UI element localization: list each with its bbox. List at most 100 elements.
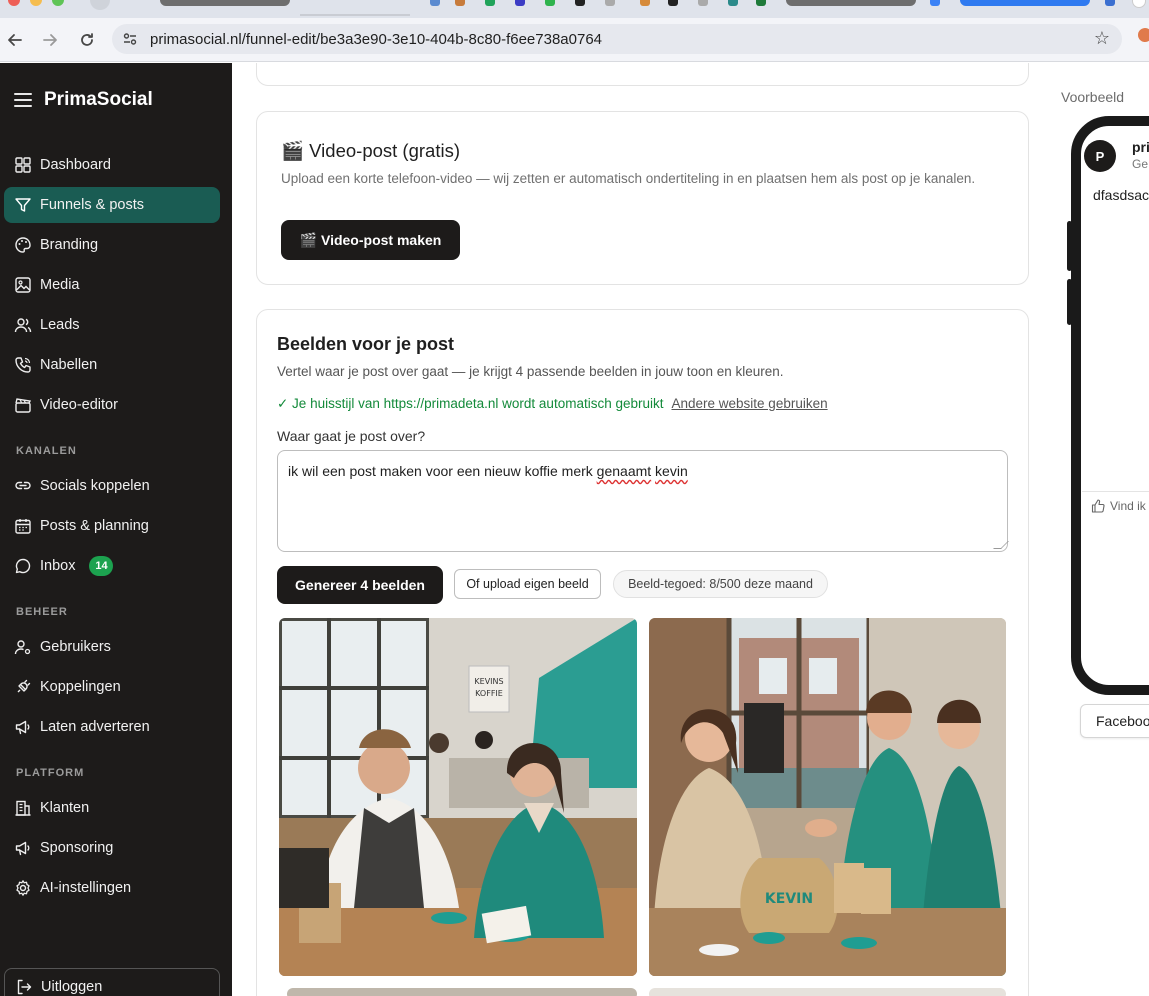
post-topic-misspelled-word: genaamt xyxy=(596,463,652,479)
create-video-post-button[interactable]: 🎬 Video-post maken xyxy=(281,220,460,260)
platform-tab-facebook[interactable]: Faceboo xyxy=(1080,704,1149,738)
bookmark-star-icon[interactable]: ☆ xyxy=(1094,28,1110,49)
generated-image-1[interactable]: KEVINS KOFFIE xyxy=(279,618,637,976)
url-text[interactable]: primasocial.nl/funnel-edit/be3a3e90-3e10… xyxy=(150,31,602,48)
clapper-icon xyxy=(15,398,32,413)
funnel-icon xyxy=(15,198,31,212)
generated-image-2[interactable]: KEVIN xyxy=(649,618,1006,976)
sidebar-item-label: Video-editor xyxy=(40,397,118,413)
like-label: Vind ik xyxy=(1110,499,1146,513)
megaphone-icon xyxy=(15,841,30,856)
account-avatar: P xyxy=(1084,140,1116,172)
sidebar-item-laten-adverteren[interactable]: Laten adverteren xyxy=(4,709,220,745)
browser-tab[interactable] xyxy=(300,14,410,16)
sidebar-item-koppelingen[interactable]: Koppelingen xyxy=(4,669,220,705)
sidebar-item-ai-instellingen[interactable]: AI-instellingen xyxy=(4,870,220,906)
sidebar-item-leads[interactable]: Leads xyxy=(4,307,220,343)
address-bar[interactable]: primasocial.nl/funnel-edit/be3a3e90-3e10… xyxy=(112,24,1122,54)
generate-images-button[interactable]: Genereer 4 beelden xyxy=(277,566,443,604)
inbox-count-badge: 14 xyxy=(89,556,114,576)
logout-button[interactable]: Uitloggen xyxy=(4,968,220,996)
brand-style-text: ✓ Je huisstijl van https://primadeta.nl … xyxy=(277,396,664,411)
section-heading-platform: PLATFORM xyxy=(16,767,85,779)
sidebar-item-gebruikers[interactable]: Gebruikers xyxy=(4,629,220,665)
tab-favicon[interactable] xyxy=(515,0,525,6)
megaphone-icon xyxy=(15,720,30,735)
sidebar-item-label: Funnels & posts xyxy=(40,197,144,213)
sidebar-item-branding[interactable]: Branding xyxy=(4,227,220,263)
reload-icon xyxy=(81,33,93,46)
sidebar-item-label: Sponsoring xyxy=(40,840,114,856)
preview-pane: Voorbeeld P pri Ge dfasdsac Vind ik Face… xyxy=(1052,63,1149,996)
tab-favicon[interactable] xyxy=(756,0,766,6)
image-icon xyxy=(15,277,31,293)
window-minimize-icon[interactable] xyxy=(30,0,42,6)
sidebar-item-dashboard[interactable]: Dashboard xyxy=(4,147,220,183)
site-settings-icon[interactable] xyxy=(122,31,138,47)
sidebar-item-video-editor[interactable]: Video-editor xyxy=(4,387,220,423)
window-close-icon[interactable] xyxy=(8,0,20,6)
tab-favicon[interactable] xyxy=(698,0,708,6)
reload-button[interactable] xyxy=(75,28,99,52)
hamburger-menu-icon[interactable] xyxy=(14,93,32,107)
sidebar-item-inbox[interactable]: Inbox 14 xyxy=(4,548,220,584)
previous-card xyxy=(256,63,1029,86)
svg-text:KOFFIE: KOFFIE xyxy=(475,689,503,698)
sidebar-item-klanten[interactable]: Klanten xyxy=(4,790,220,826)
post-topic-textarea[interactable]: ik wil een post maken voor een nieuw kof… xyxy=(277,450,1009,552)
extension-icon[interactable] xyxy=(1138,28,1149,42)
post-topic-text-part: ik wil een post maken voor een nieuw kof… xyxy=(288,463,597,479)
logout-label: Uitloggen xyxy=(41,979,103,995)
sidebar-item-funnels-posts[interactable]: Funnels & posts xyxy=(4,187,220,223)
post-images-title: Beelden voor je post xyxy=(277,334,455,354)
resize-handle[interactable] xyxy=(993,541,1009,549)
sidebar-item-media[interactable]: Media xyxy=(4,267,220,303)
tab-favicon[interactable] xyxy=(728,0,738,6)
browser-tab[interactable] xyxy=(160,0,290,6)
account-subtitle: Ge xyxy=(1132,157,1149,171)
sidebar-item-sponsoring[interactable]: Sponsoring xyxy=(4,830,220,866)
tab-favicon[interactable] xyxy=(575,0,585,6)
tab-favicon[interactable] xyxy=(430,0,440,6)
preview-label: Voorbeeld xyxy=(1061,89,1125,105)
generated-image-4[interactable] xyxy=(649,988,1006,996)
sidebar-item-socials-koppelen[interactable]: Socials koppelen xyxy=(4,468,220,504)
sidebar-item-label: Media xyxy=(40,277,80,293)
sidebar-item-label: Leads xyxy=(40,317,80,333)
tab-favicon[interactable] xyxy=(640,0,650,6)
gear-icon xyxy=(16,880,30,896)
preview-divider xyxy=(1082,491,1149,492)
tab-favicon[interactable] xyxy=(90,0,110,10)
browser-tab[interactable] xyxy=(786,0,916,6)
tab-favicon[interactable] xyxy=(1132,0,1146,8)
tab-favicon[interactable] xyxy=(605,0,615,6)
plug-icon xyxy=(17,679,31,693)
sidebar-item-label: Socials koppelen xyxy=(40,478,150,494)
forward-button[interactable] xyxy=(38,28,62,52)
arrow-right-icon xyxy=(43,34,57,46)
video-post-description: Upload een korte telefoon-video — wij ze… xyxy=(281,171,976,186)
video-post-title: 🎬 Video-post (gratis) xyxy=(281,140,460,161)
sidebar-item-label: Koppelingen xyxy=(40,679,121,695)
tab-favicon[interactable] xyxy=(485,0,495,6)
other-website-link[interactable]: Andere website gebruiken xyxy=(672,396,828,412)
generated-image-3[interactable] xyxy=(287,988,637,996)
main-content: 🎬 Video-post (gratis) Upload een korte t… xyxy=(232,63,1052,996)
tab-favicon[interactable] xyxy=(455,0,465,6)
tab-favicon[interactable] xyxy=(930,0,940,6)
like-action[interactable]: Vind ik xyxy=(1091,499,1146,513)
back-button[interactable] xyxy=(3,28,27,52)
tab-favicon[interactable] xyxy=(1105,0,1115,6)
post-images-card: Beelden voor je post Vertel waar je post… xyxy=(256,309,1029,996)
tab-favicon[interactable] xyxy=(668,0,678,6)
window-maximize-icon[interactable] xyxy=(52,0,64,6)
tab-favicon[interactable] xyxy=(545,0,555,6)
upload-own-image-button[interactable]: Of upload eigen beeld xyxy=(454,569,601,599)
calendar-icon xyxy=(15,519,31,534)
post-images-description: Vertel waar je post over gaat — je krijg… xyxy=(277,364,784,379)
sidebar-item-nabellen[interactable]: Nabellen xyxy=(4,347,220,383)
section-heading-kanalen: KANALEN xyxy=(16,445,77,457)
sidebar-item-posts-planning[interactable]: Posts & planning xyxy=(4,508,220,544)
browser-tab-active[interactable] xyxy=(960,0,1090,6)
section-heading-beheer: BEHEER xyxy=(16,606,68,618)
